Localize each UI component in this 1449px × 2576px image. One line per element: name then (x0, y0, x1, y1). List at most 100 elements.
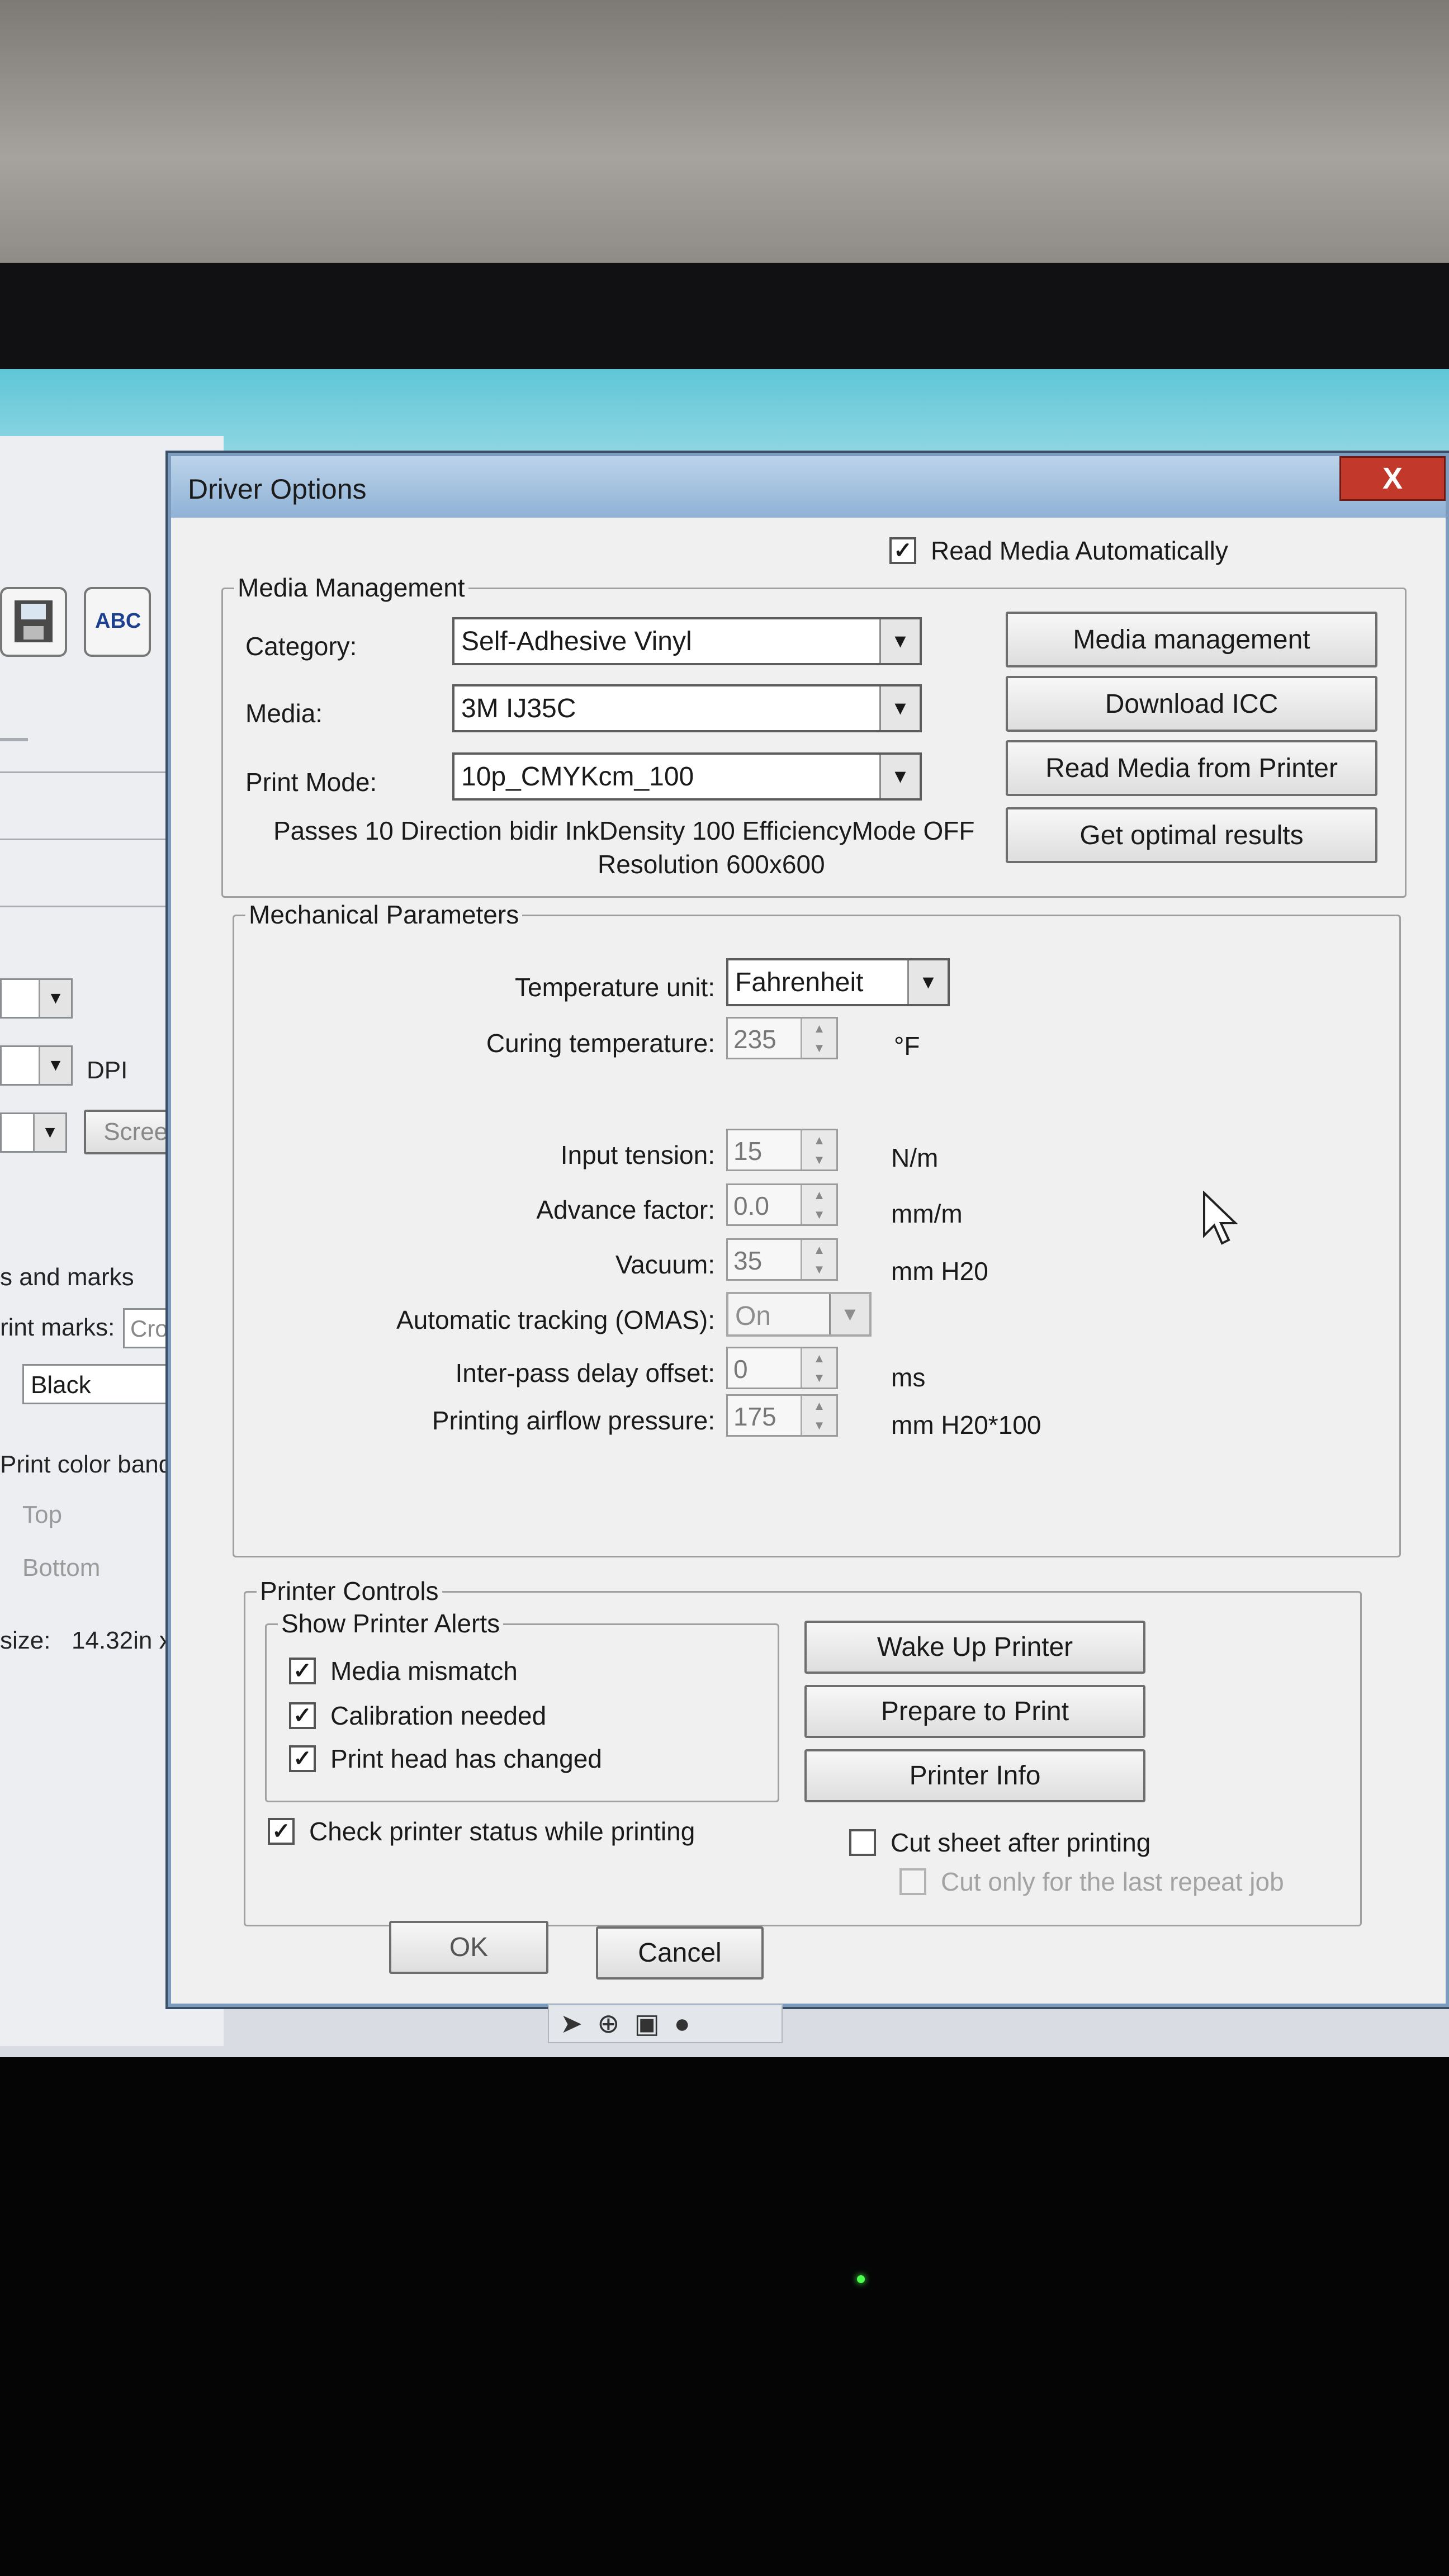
printer-info-button[interactable]: Printer Info (804, 1749, 1145, 1802)
spinner-arrows-icon: ▲ ▼ (801, 1396, 836, 1435)
curing-temperature-spinner[interactable]: 235 ▲ ▼ (726, 1017, 838, 1059)
vacuum-spinner[interactable]: 35 ▲ ▼ (726, 1238, 838, 1281)
curing-temperature-value: 235 (733, 1025, 776, 1054)
close-button[interactable]: X (1339, 456, 1446, 501)
spinner-arrows-icon: ▲ ▼ (801, 1185, 836, 1224)
inter-pass-delay-spinner[interactable]: 0 ▲ ▼ (726, 1347, 838, 1389)
prepare-to-print-button[interactable]: Prepare to Print (804, 1685, 1145, 1738)
color-value: Black (31, 1371, 91, 1399)
vacuum-label: Vacuum: (615, 1250, 715, 1279)
image-tool-icon[interactable]: ▣ (634, 2008, 659, 2039)
checkbox-mark-icon: ✓ (889, 537, 916, 564)
mechanical-parameters-label: Mechanical Parameters (245, 899, 523, 930)
advance-factor-value: 0.0 (733, 1191, 769, 1220)
save-tool-icon[interactable] (0, 587, 67, 657)
airflow-pressure-unit: mm H20*100 (891, 1410, 1041, 1439)
background-combo[interactable]: ▼ (0, 978, 73, 1019)
chevron-down-icon: ▼ (907, 960, 948, 1004)
inter-pass-delay-label: Inter-pass delay offset: (455, 1358, 715, 1388)
printer-controls-label: Printer Controls (257, 1576, 442, 1606)
print-mode-value: 10p_CMYKcm_100 (461, 762, 694, 792)
chevron-down-icon: ▼ (879, 619, 920, 663)
checkbox-mark-icon: ✓ (268, 1818, 295, 1845)
media-label: Media: (245, 699, 323, 728)
print-mode-select[interactable]: 10p_CMYKcm_100 ▼ (452, 752, 922, 801)
inter-pass-delay-unit: ms (891, 1363, 926, 1392)
vacuum-unit: mm H20 (891, 1257, 988, 1286)
media-select[interactable]: 3M IJ35C ▼ (452, 684, 922, 732)
pointer-tool-icon[interactable]: ➤ (560, 2008, 583, 2039)
print-mode-label: Print Mode: (245, 768, 377, 797)
spinner-arrows-icon: ▲ ▼ (801, 1130, 836, 1169)
bottom-option[interactable]: Bottom (22, 1554, 100, 1582)
mode-info-line1: Passes 10 Direction bidir InkDensity 100… (273, 816, 975, 845)
checkbox-mark-icon: ✓ (289, 1702, 316, 1729)
print-marks-label: rint marks: (0, 1314, 115, 1341)
media-value: 3M IJ35C (461, 694, 576, 723)
desk-surface (0, 0, 1449, 263)
checkbox-empty-icon (899, 1868, 926, 1895)
chevron-down-icon: ▼ (879, 755, 920, 798)
airflow-pressure-value: 175 (733, 1402, 776, 1431)
category-select[interactable]: Self-Adhesive Vinyl ▼ (452, 617, 922, 665)
automatic-tracking-value: On (735, 1301, 771, 1331)
curing-temperature-label: Curing temperature: (486, 1029, 715, 1058)
category-value: Self-Adhesive Vinyl (461, 627, 692, 656)
screen-combo[interactable]: ▼ (0, 1112, 67, 1153)
read-media-auto-checkbox[interactable]: ✓ Read Media Automatically (889, 536, 1228, 566)
media-management-button[interactable]: Media management (1006, 612, 1377, 667)
temperature-unit-select[interactable]: Fahrenheit ▼ (726, 958, 950, 1006)
spellcheck-tool-icon[interactable]: ABC (84, 587, 151, 657)
download-icc-button[interactable]: Download ICC (1006, 676, 1377, 732)
cut-last-job-checkbox[interactable]: Cut only for the last repeat job (899, 1867, 1284, 1897)
automatic-tracking-select[interactable]: On ▼ (726, 1292, 872, 1337)
read-media-from-printer-button[interactable]: Read Media from Printer (1006, 740, 1377, 796)
mode-info-line2: Resolution 600x600 (598, 850, 825, 879)
zoom-tool-icon[interactable]: ⊕ (597, 2008, 619, 2039)
vacuum-value: 35 (733, 1246, 763, 1275)
media-management-group: Media Management Category: Self-Adhesive… (221, 572, 1407, 898)
check-printer-status-label: Check printer status while printing (309, 1817, 695, 1846)
read-media-auto-label: Read Media Automatically (931, 536, 1228, 565)
check-printer-status-checkbox[interactable]: ✓ Check printer status while printing (268, 1816, 695, 1846)
input-tension-unit: N/m (891, 1143, 939, 1172)
wake-up-printer-button[interactable]: Wake Up Printer (804, 1621, 1145, 1674)
ok-button[interactable]: OK (389, 1921, 548, 1974)
cancel-button[interactable]: Cancel (596, 1926, 764, 1980)
advance-factor-spinner[interactable]: 0.0 ▲ ▼ (726, 1183, 838, 1226)
print-head-changed-label: Print head has changed (330, 1744, 602, 1773)
tool-strip: ➤ ⊕ ▣ ● (548, 2004, 783, 2043)
automatic-tracking-label: Automatic tracking (OMAS): (396, 1305, 715, 1334)
chevron-down-icon: ▼ (829, 1294, 869, 1334)
print-head-changed-checkbox[interactable]: ✓ Print head has changed (289, 1744, 602, 1774)
inter-pass-delay-value: 0 (733, 1355, 748, 1384)
media-mismatch-checkbox[interactable]: ✓ Media mismatch (289, 1656, 518, 1686)
monitor-lower-bezel (0, 2057, 1449, 2576)
chevron-down-icon: ▼ (879, 686, 920, 730)
media-mismatch-label: Media mismatch (330, 1656, 518, 1685)
marks-group-label: s and marks (0, 1263, 134, 1291)
cut-last-job-label: Cut only for the last repeat job (941, 1867, 1284, 1896)
cut-sheet-checkbox[interactable]: Cut sheet after printing (849, 1827, 1150, 1858)
airflow-pressure-label: Printing airflow pressure: (432, 1406, 715, 1435)
mouse-cursor-icon (1203, 1191, 1238, 1245)
dpi-combo[interactable]: ▼ (0, 1045, 73, 1086)
dialog-title: Driver Options (188, 473, 367, 505)
driver-options-dialog: Driver Options X ✓ Read Media Automatica… (168, 453, 1449, 2007)
advance-factor-unit: mm/m (891, 1199, 963, 1228)
get-optimal-results-button[interactable]: Get optimal results (1006, 807, 1377, 863)
category-label: Category: (245, 632, 357, 661)
media-management-label: Media Management (234, 572, 468, 603)
advance-factor-label: Advance factor: (536, 1195, 715, 1224)
calibration-needed-checkbox[interactable]: ✓ Calibration needed (289, 1701, 546, 1731)
checkbox-mark-icon: ✓ (289, 1658, 316, 1684)
power-led (857, 2275, 865, 2283)
input-tension-spinner[interactable]: 15 ▲ ▼ (726, 1129, 838, 1171)
airflow-pressure-spinner[interactable]: 175 ▲ ▼ (726, 1394, 838, 1437)
printer-controls-group: Printer Controls Show Printer Alerts ✓ M… (244, 1576, 1362, 1926)
top-option[interactable]: Top (22, 1501, 62, 1529)
checkbox-mark-icon: ✓ (289, 1745, 316, 1772)
printer-tool-icon[interactable]: ● (674, 2009, 690, 2039)
spinner-arrows-icon: ▲ ▼ (801, 1240, 836, 1279)
spinner-arrows-icon: ▲ ▼ (801, 1019, 836, 1058)
